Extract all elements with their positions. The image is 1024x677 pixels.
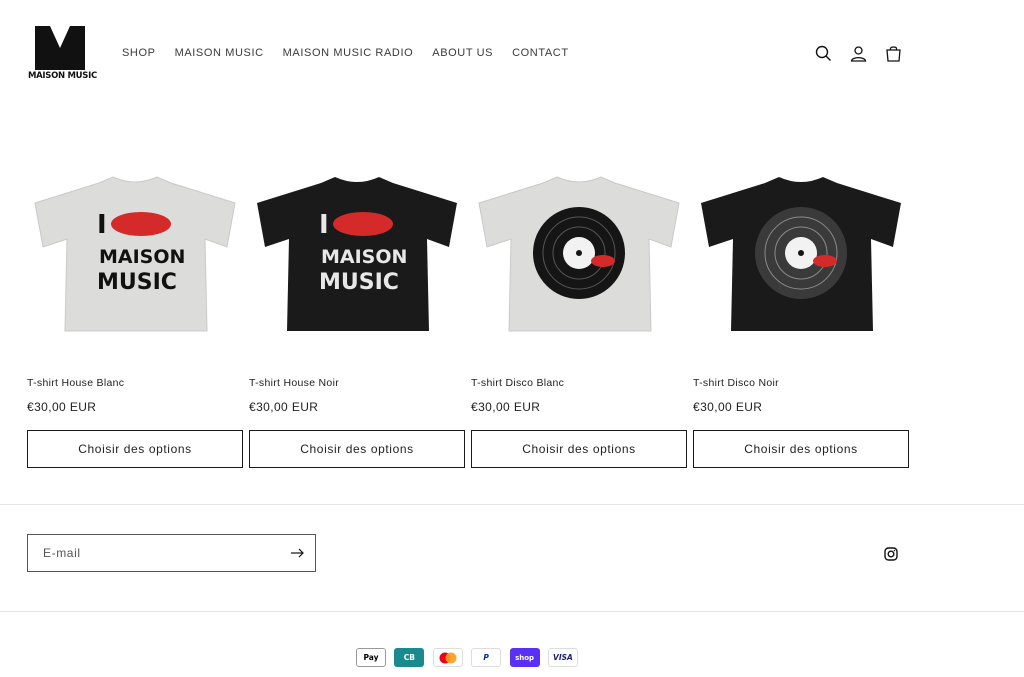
product-title[interactable]: T-shirt House Noir	[249, 377, 339, 389]
main-nav: SHOP MAISON MUSIC MAISON MUSIC RADIO ABO…	[122, 47, 588, 59]
nav-maison-music-radio[interactable]: MAISON MUSIC RADIO	[283, 47, 414, 59]
svg-text:I: I	[319, 210, 329, 240]
choose-options-button[interactable]: Choisir des options	[471, 430, 687, 468]
product-card: I MAISON MUSIC T-shirt House Noir €30,00…	[249, 170, 465, 468]
product-price: €30,00 EUR	[27, 400, 97, 414]
visa-icon: VISA	[547, 648, 578, 667]
product-title[interactable]: T-shirt Disco Noir	[693, 377, 779, 389]
maison-music-logo[interactable]: MAISON MUSIC	[28, 26, 97, 82]
visa-label: VISA	[553, 653, 573, 662]
footer-divider-top	[0, 504, 1024, 505]
shop-pay-label: shop	[515, 653, 535, 662]
product-price: €30,00 EUR	[249, 400, 319, 414]
header-icons	[813, 43, 918, 63]
footer-divider-bottom	[0, 611, 1024, 612]
product-card: T-shirt Disco Noir €30,00 EUR Choisir de…	[693, 170, 909, 468]
product-image[interactable]: I MAISON MUSIC	[27, 170, 243, 342]
product-card: T-shirt Disco Blanc €30,00 EUR Choisir d…	[471, 170, 687, 468]
apple-pay-label: Pay	[363, 653, 379, 662]
product-card: I MAISON MUSIC T-shirt House Blanc €30,0…	[27, 170, 243, 468]
product-image[interactable]	[693, 170, 909, 342]
svg-text:I: I	[97, 210, 107, 240]
choose-options-button[interactable]: Choisir des options	[693, 430, 909, 468]
apple-pay-icon: Pay	[356, 648, 386, 667]
cart-icon[interactable]	[883, 43, 903, 63]
paypal-label: P	[483, 653, 489, 662]
account-icon[interactable]	[848, 43, 868, 63]
instagram-icon[interactable]	[884, 547, 898, 561]
svg-text:MAISON: MAISON	[99, 246, 185, 268]
svg-text:MUSIC: MUSIC	[319, 270, 399, 295]
product-price: €30,00 EUR	[471, 400, 541, 414]
email-input[interactable]	[28, 546, 278, 560]
paypal-icon: P	[471, 648, 502, 667]
choose-options-button[interactable]: Choisir des options	[249, 430, 465, 468]
svg-text:MAISON: MAISON	[321, 246, 407, 268]
nav-maison-music[interactable]: MAISON MUSIC	[175, 47, 264, 59]
logo-m-mark	[35, 26, 85, 70]
cartes-bancaires-icon: CB	[394, 648, 425, 667]
svg-text:MUSIC: MUSIC	[97, 270, 177, 295]
mastercard-icon	[432, 648, 463, 667]
product-title[interactable]: T-shirt Disco Blanc	[471, 377, 564, 389]
shop-pay-icon: shop	[509, 648, 540, 667]
product-image[interactable]	[471, 170, 687, 342]
arrow-right-icon[interactable]	[289, 545, 305, 561]
nav-shop[interactable]: SHOP	[122, 47, 156, 59]
product-image[interactable]: I MAISON MUSIC	[249, 170, 465, 342]
cartes-bancaires-label: CB	[403, 653, 415, 662]
logo-text: MAISON MUSIC	[28, 71, 97, 81]
newsletter-form	[27, 534, 316, 572]
nav-about-us[interactable]: ABOUT US	[432, 47, 493, 59]
nav-contact[interactable]: CONTACT	[512, 47, 569, 59]
product-price: €30,00 EUR	[693, 400, 763, 414]
payment-methods: Pay CB P shop VISA	[356, 648, 586, 667]
site-header: MAISON MUSIC SHOP MAISON MUSIC MAISON MU…	[0, 0, 1024, 105]
choose-options-button[interactable]: Choisir des options	[27, 430, 243, 468]
product-title[interactable]: T-shirt House Blanc	[27, 377, 124, 389]
search-icon[interactable]	[813, 43, 833, 63]
